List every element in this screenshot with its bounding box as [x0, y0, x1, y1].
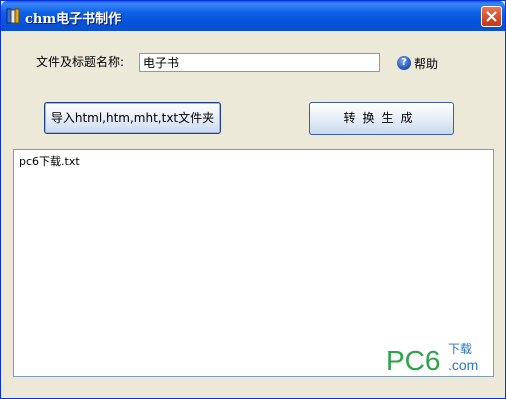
pc6-logo: PC6 下载 .com [386, 342, 478, 374]
question-icon[interactable]: ? [397, 56, 411, 70]
import-folder-button[interactable]: 导入html,htm,mht,txt文件夹 [44, 102, 221, 134]
name-label: 文件及标题名称: [36, 55, 125, 69]
svg-text:下载: 下载 [448, 342, 472, 356]
help-link[interactable]: 帮助 [414, 55, 438, 72]
name-input[interactable] [139, 53, 380, 72]
close-button[interactable] [481, 6, 502, 27]
log-textarea[interactable]: pc6下载.txt PC6 下载 .com [13, 149, 494, 377]
svg-text:PC6: PC6 [386, 345, 440, 374]
window-title: chm电子书制作 [25, 12, 122, 27]
svg-text:.com: .com [448, 357, 478, 373]
close-icon [486, 11, 497, 22]
convert-button[interactable]: 转换生成 [309, 102, 454, 135]
app-window: chm电子书制作 文件及标题名称: ? 帮助 导入html,htm,mht,tx… [0, 0, 506, 399]
client-area: 文件及标题名称: ? 帮助 导入html,htm,mht,txt文件夹 转换生成… [4, 31, 502, 397]
book-icon [6, 8, 20, 24]
log-line: pc6下载.txt [19, 155, 80, 168]
title-bar[interactable]: chm电子书制作 [1, 1, 505, 31]
